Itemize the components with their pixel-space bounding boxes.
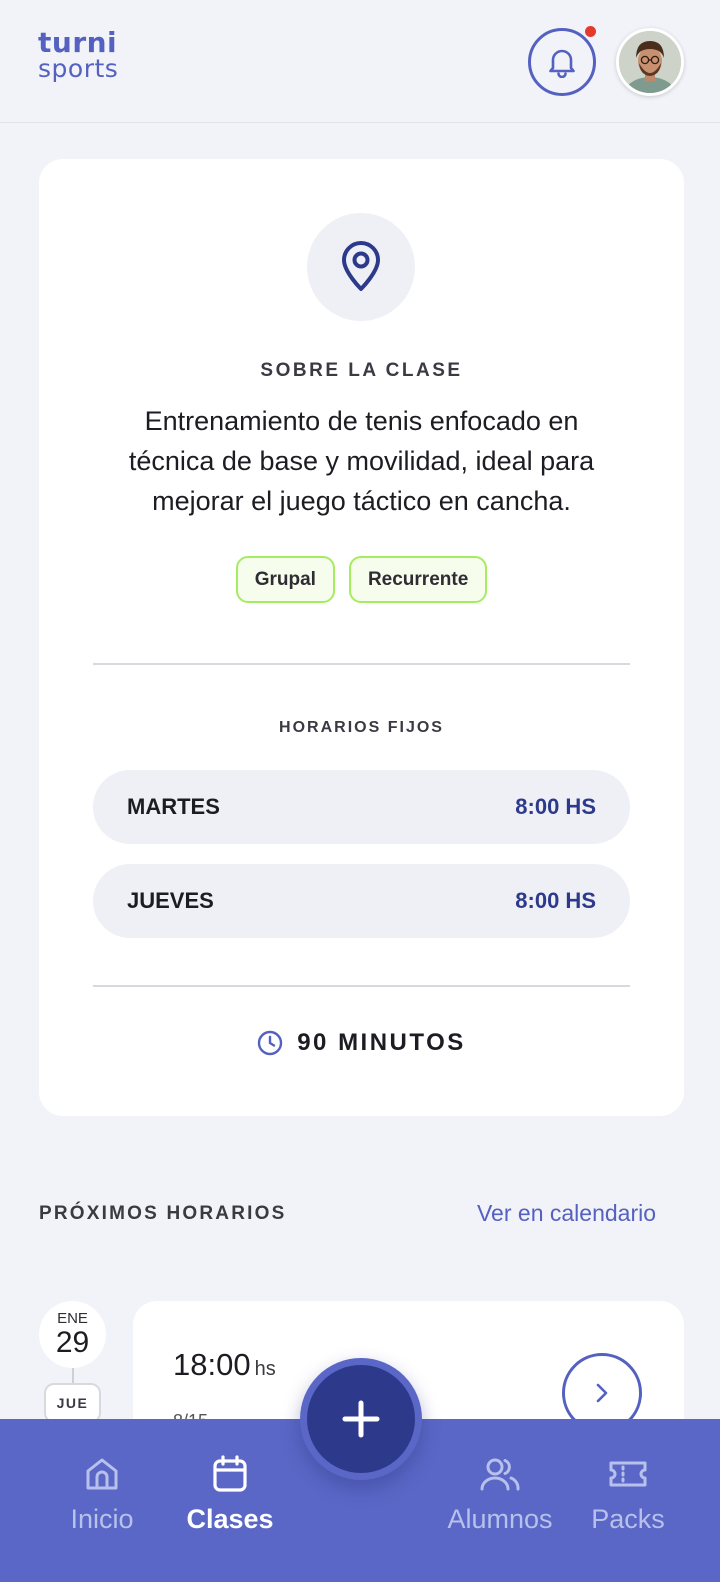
nav-label: Clases [186, 1504, 274, 1534]
session-time: 18:00 hs [173, 1347, 276, 1383]
nav-label: Packs [591, 1504, 665, 1534]
tag-grupal: Grupal [235, 556, 335, 603]
about-title: SOBRE LA CLASE [260, 360, 463, 381]
tag-recurrente: Recurrente [348, 556, 488, 603]
session-day: 29 [55, 1325, 90, 1359]
class-tags: Grupal Recurrente [39, 556, 684, 603]
home-icon [86, 1458, 118, 1490]
session-date-badge: ENE 29 [39, 1301, 106, 1368]
session-weekday: JUE [44, 1383, 101, 1423]
notifications-button[interactable] [528, 28, 596, 96]
avatar[interactable] [616, 28, 684, 96]
app-header: turni sports [0, 0, 720, 123]
session-time-unit: hs [254, 1358, 276, 1380]
nav-label: Inicio [70, 1504, 134, 1534]
view-calendar-link[interactable]: Ver en calendario [477, 1200, 656, 1227]
turni-sports-logo[interactable]: turni sports [38, 26, 119, 83]
ticket-icon [609, 1461, 647, 1487]
schedule-day: JUEVES [127, 888, 214, 913]
nav-alumnos[interactable]: Alumnos [435, 1419, 565, 1582]
bell-icon [549, 49, 575, 78]
users-icon [480, 1458, 520, 1491]
divider [93, 985, 630, 987]
class-description: Entrenamiento de tenis enfocado en técni… [128, 406, 595, 516]
schedule-row-jueves: JUEVES 8:00 HS [93, 864, 630, 938]
upcoming-title: PRÓXIMOS HORARIOS [39, 1203, 287, 1224]
divider [93, 663, 630, 665]
nav-clases[interactable]: Clases [175, 1419, 285, 1582]
logo-line-2: sports [38, 53, 119, 83]
location-badge [307, 213, 415, 321]
location-pin-icon [342, 241, 380, 291]
chevron-right-icon [596, 1383, 608, 1403]
clock-icon [258, 1030, 283, 1056]
schedule-day: MARTES [127, 794, 220, 819]
duration-text: 90 MINUTOS [297, 1029, 466, 1056]
fixed-schedule-title: HORARIOS FIJOS [279, 719, 444, 736]
class-duration: 90 MINUTOS [39, 1029, 684, 1057]
calendar-icon [213, 1455, 247, 1492]
timeline-connector [72, 1368, 74, 1384]
schedule-time: 8:00 HS [515, 794, 596, 819]
nav-inicio[interactable]: Inicio [52, 1419, 152, 1582]
session-time-value: 18:00 [173, 1347, 251, 1382]
schedule-row-martes: MARTES 8:00 HS [93, 770, 630, 844]
class-info-card: SOBRE LA CLASE Entrenamiento de tenis en… [39, 159, 684, 1116]
nav-packs[interactable]: Packs [578, 1419, 678, 1582]
session-month: ENE [57, 1309, 88, 1327]
logo-line-1: turni [38, 26, 118, 59]
schedule-time: 8:00 HS [515, 888, 596, 913]
avatar-photo [619, 31, 681, 93]
add-button[interactable] [307, 1365, 415, 1473]
notification-dot [583, 24, 598, 39]
nav-label: Alumnos [447, 1504, 553, 1534]
plus-icon [342, 1400, 380, 1438]
